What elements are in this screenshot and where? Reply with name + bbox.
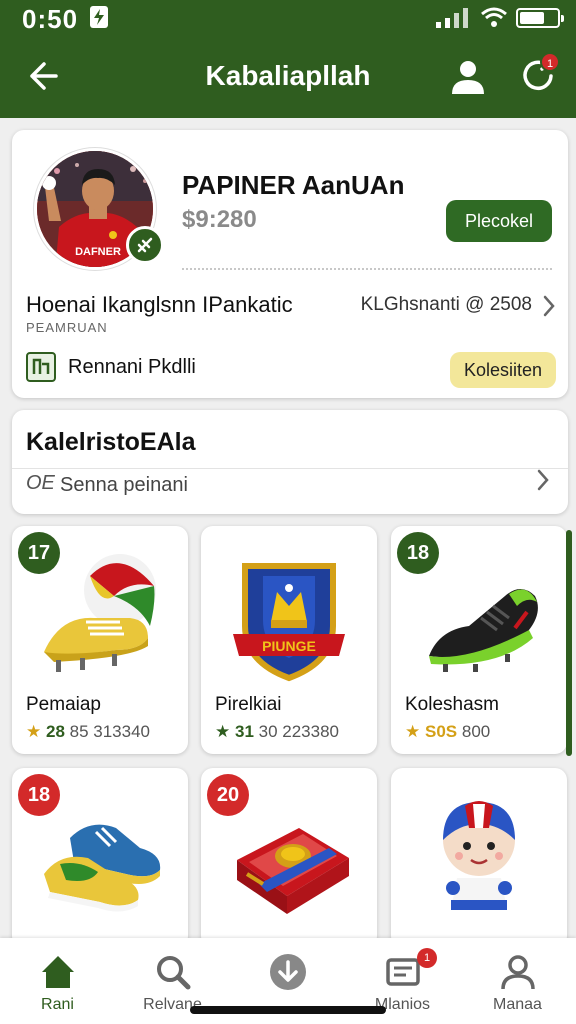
nav-label: Manaa [493, 996, 542, 1013]
app-bar: 0:50 Kabaliapllah 1 [0, 0, 576, 118]
nav-item-profile[interactable]: Manaa [460, 938, 575, 1024]
item-stats: ★ 31 30 223380 [215, 722, 339, 742]
scrollbar[interactable] [566, 530, 572, 756]
item-extra: 85 313340 [69, 722, 151, 741]
star-icon: ★ [405, 722, 421, 741]
wifi-icon [481, 7, 507, 27]
sneakers-icon [44, 824, 161, 912]
item-card[interactable]: PIUNGE Pirelkiai ★ 31 30 223380 [201, 526, 377, 754]
proceed-button[interactable]: Plecokel [446, 200, 552, 242]
nav-item-home[interactable]: Rani [0, 938, 115, 1024]
product-label: Rennani Pkdlli [68, 356, 196, 378]
player-info-subtitle: PEAMRUAN [26, 320, 108, 335]
user-account-icon[interactable] [448, 56, 488, 96]
notification-badge: 1 [540, 52, 560, 72]
player-price: $9:280 [182, 206, 257, 233]
mascot-figure-icon [443, 801, 515, 910]
item-name: Koleshasm [405, 694, 499, 715]
item-card[interactable]: 17 Pemaiap ★ 28 85 313340 [12, 526, 188, 754]
download-icon [270, 954, 306, 990]
item-name: Pemaiap [26, 694, 101, 715]
notification-bolt-icon [90, 6, 108, 28]
chevron-right-icon [537, 469, 549, 491]
jersey-text: DAFNER [75, 246, 121, 258]
divider [12, 468, 568, 469]
item-card[interactable] [391, 768, 567, 948]
nav-label: Rani [41, 996, 74, 1013]
home-indicator[interactable] [190, 1006, 386, 1014]
item-card[interactable]: 18 Koleshasm ★ S0S 800 [391, 526, 567, 754]
collect-button[interactable]: Kolesiiten [450, 352, 556, 388]
star-icon: ★ [26, 722, 42, 741]
profile-icon [501, 955, 535, 990]
product-row: Rennani Pkdlli Kolesiiten [26, 352, 556, 388]
verified-badge-icon [126, 226, 164, 264]
home-icon [42, 956, 74, 988]
star-icon: ★ [215, 722, 231, 741]
item-rating: S0S [424, 722, 458, 741]
section-search-text: Senna peinani [60, 474, 188, 496]
item-rating: 28 [45, 722, 65, 741]
item-card[interactable]: 20 [201, 768, 377, 948]
section-search-icon: OE [26, 472, 55, 494]
page-title: Kabaliapllah [205, 60, 371, 91]
notification-badge: 1 [417, 948, 437, 968]
item-extra: 30 223380 [258, 722, 340, 741]
football-boot-icon [429, 589, 538, 672]
section-title: KalelristoEAla [26, 428, 196, 456]
search-icon [157, 956, 191, 990]
shield-crest-icon: PIUNGE [233, 563, 345, 682]
status-time: 0:50 [22, 4, 79, 34]
signal-icon [436, 8, 468, 28]
soccer-boot-ball-icon [44, 554, 156, 672]
treasure-book-icon [237, 828, 349, 914]
player-name: PAPINER AanUAn [182, 170, 405, 200]
item-card[interactable]: 18 [12, 768, 188, 948]
chevron-right-icon [543, 295, 555, 317]
player-info-title: Hoenai Ikanglsnn IPankatic [26, 292, 293, 317]
item-rating: 31 [234, 722, 254, 741]
divider [182, 268, 552, 270]
shield-banner-text: PIUNGE [262, 638, 316, 654]
player-info-row[interactable]: Hoenai Ikanglsnn IPankatic KLGhsnanti @ … [26, 292, 556, 322]
collection-section-card[interactable]: KalelristoEAla OE Senna peinani [12, 410, 568, 514]
status-bar: 0:50 [0, 0, 576, 40]
item-extra: 800 [461, 722, 491, 741]
player-info-meta: KLGhsnanti @ 2508 [360, 294, 532, 315]
item-stats: ★ S0S 800 [405, 722, 490, 742]
product-icon [26, 352, 56, 382]
item-name: Pirelkiai [215, 694, 282, 715]
battery-icon [516, 8, 564, 28]
item-stats: ★ 28 85 313340 [26, 722, 150, 742]
player-profile-card: DAFNER PAPINER AanUAn $9:280 Plecokel Ho… [12, 130, 568, 398]
